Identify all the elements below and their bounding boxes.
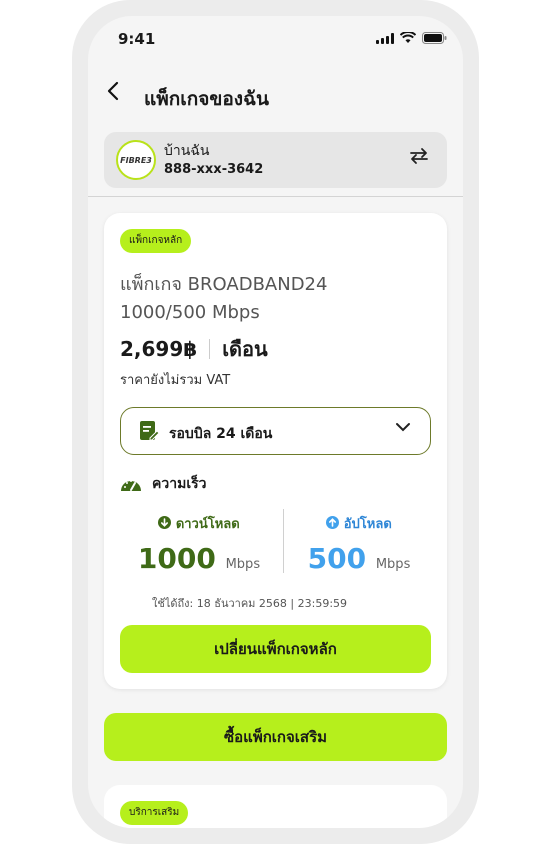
swap-icon[interactable] (409, 146, 429, 170)
package-price: 2,699฿ เดือน (120, 333, 268, 365)
package-name-line1: แพ็กเกจ BROADBAND24 (120, 274, 328, 295)
gauge-icon (121, 480, 141, 491)
upload-speed: อัปโหลด 500 Mbps (284, 513, 434, 575)
download-label: ดาวน์โหลด (175, 517, 240, 532)
account-selector[interactable]: FIBRE3 บ้านฉัน 888-xxx-3642 (104, 132, 447, 188)
status-icons (376, 32, 447, 44)
upload-value-row: 500 Mbps (284, 542, 434, 575)
speed-heading: ความเร็ว (120, 473, 206, 495)
package-type-badge: แพ็กเกจหลัก (120, 229, 192, 253)
price-separator (209, 339, 211, 359)
billing-cycle-dropdown[interactable]: รอบบิล 24 เดือน (120, 407, 431, 455)
speed-heading-text: ความเร็ว (152, 476, 207, 492)
package-name: แพ็กเกจ BROADBAND24 1000/500 Mbps (120, 271, 420, 327)
upload-icon (326, 516, 340, 529)
status-time: 9:41 (118, 30, 156, 48)
price-period: เดือน (222, 337, 268, 361)
signal-icon (376, 32, 394, 44)
account-number: 888-xxx-3642 (164, 162, 264, 177)
change-package-button[interactable]: เปลี่ยนแพ็กเกจหลัก (120, 625, 431, 673)
billing-cycle-label: รอบบิล 24 เดือน (169, 426, 273, 442)
wifi-icon (400, 32, 416, 43)
bill-icon (140, 421, 159, 441)
download-value: 1000 (137, 542, 216, 575)
battery-icon (422, 32, 447, 44)
upload-label: อัปโหลด (343, 517, 392, 532)
price-value: 2,699฿ (120, 337, 198, 361)
addon-badge: บริการเสริม (120, 801, 189, 825)
logo-text: FIBRE3 (120, 155, 152, 165)
addon-card: บริการเสริม (104, 785, 447, 828)
header: แพ็กเกจของฉัน (88, 76, 463, 116)
download-speed: ดาวน์โหลด 1000 Mbps (124, 513, 274, 575)
download-value-row: 1000 Mbps (124, 542, 274, 575)
back-arrow-icon[interactable] (106, 80, 130, 110)
package-name-line2: 1000/500 Mbps (120, 302, 260, 323)
upload-label-row: อัปโหลด (284, 513, 434, 534)
download-label-row: ดาวน์โหลด (124, 513, 274, 534)
account-name: บ้านฉัน (164, 143, 210, 159)
status-bar: 9:41 (88, 16, 463, 62)
package-card: แพ็กเกจหลัก แพ็กเกจ BROADBAND24 1000/500… (104, 213, 447, 689)
buy-addon-package-button[interactable]: ซื้อแพ็กเกจเสริม (104, 713, 447, 761)
upload-unit: Mbps (375, 557, 411, 572)
download-icon (158, 516, 172, 529)
upload-value: 500 (307, 542, 367, 575)
phone-screen: 9:41 แพ็กเกจของฉัน FIBRE3 บ้านฉัน 888-xx… (88, 16, 463, 828)
valid-until: ใช้ได้ถึง: 18 ธันวาคม 2568 | 23:59:59 (152, 597, 348, 610)
divider (88, 196, 463, 197)
page-title: แพ็กเกจของฉัน (144, 88, 270, 110)
download-unit: Mbps (225, 557, 261, 572)
provider-logo: FIBRE3 (116, 140, 156, 180)
vat-note: ราคายังไม่รวม VAT (120, 373, 231, 388)
chevron-down-icon (394, 418, 412, 441)
